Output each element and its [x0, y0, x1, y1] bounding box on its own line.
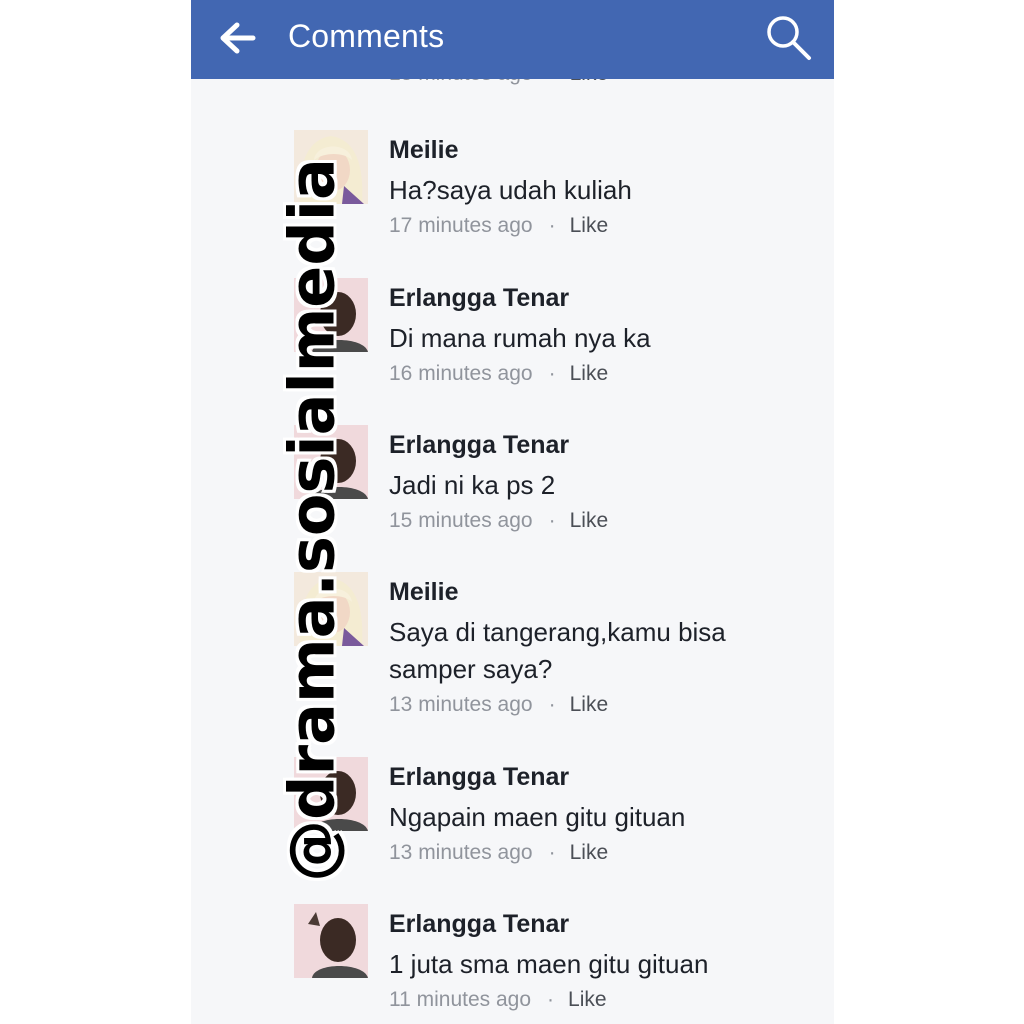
like-link[interactable]: Like [570, 509, 609, 532]
page-title: Comments [288, 18, 445, 54]
comment-text: Jadi ni ka ps 2 [389, 470, 556, 500]
comment-text: Di mana rumah nya ka [389, 323, 651, 353]
comment-text: Ha?saya udah kuliah [389, 175, 632, 205]
comment-time: 11 minutes ago [389, 988, 532, 1011]
comment-meta: 15 minutes ago · Like [389, 509, 608, 533]
comment-time: 17 minutes ago [389, 214, 533, 237]
screenshot-canvas: Comments 18 minutes ago·Like [0, 0, 1024, 1024]
search-button[interactable] [763, 12, 815, 64]
watermark-text: @drama.sosialmedia [275, 158, 349, 882]
comment-author[interactable]: Meilie [389, 578, 458, 607]
comment-meta: 16 minutes ago · Like [389, 362, 608, 386]
comment-time: 16 minutes ago [389, 362, 533, 385]
comment-author[interactable]: Erlangga Tenar [389, 763, 569, 792]
comment-meta: 13 minutes ago · Like [389, 841, 608, 865]
like-link[interactable]: Like [570, 362, 609, 385]
separator-dot: · [548, 509, 556, 532]
separator-dot: · [547, 988, 555, 1011]
search-icon [767, 16, 811, 60]
separator-dot: · [548, 693, 556, 716]
like-link[interactable]: Like [570, 693, 609, 716]
comment-author[interactable]: Erlangga Tenar [389, 910, 569, 939]
back-button[interactable] [217, 20, 257, 56]
comment-meta: 13 minutes ago · Like [389, 693, 608, 717]
comment-meta: 11 minutes ago · Like [389, 988, 607, 1012]
comment-text: Ngapain maen gitu gituan [389, 802, 686, 832]
profile-photo [294, 904, 368, 978]
comment-author[interactable]: Meilie [389, 136, 458, 165]
comment-text: 1 juta sma maen gitu gituan [389, 949, 709, 979]
like-link[interactable]: Like [570, 841, 609, 864]
comment-time: 13 minutes ago [389, 693, 533, 716]
arrow-left-icon [220, 22, 256, 54]
separator-dot: · [548, 214, 556, 237]
comment-author[interactable]: Erlangga Tenar [389, 284, 569, 313]
comment-text: Saya di tangerang,kamu bisa samper saya? [389, 617, 726, 684]
avatar[interactable] [294, 904, 368, 978]
like-link[interactable]: Like [568, 988, 607, 1011]
separator-dot: · [548, 362, 556, 385]
separator-dot: · [548, 841, 556, 864]
comment-author[interactable]: Erlangga Tenar [389, 431, 569, 460]
like-link[interactable]: Like [570, 214, 609, 237]
comment-time: 15 minutes ago [389, 509, 533, 532]
comment-time: 13 minutes ago [389, 841, 533, 864]
comment-meta: 17 minutes ago · Like [389, 214, 608, 238]
top-app-bar: Comments [191, 0, 834, 79]
